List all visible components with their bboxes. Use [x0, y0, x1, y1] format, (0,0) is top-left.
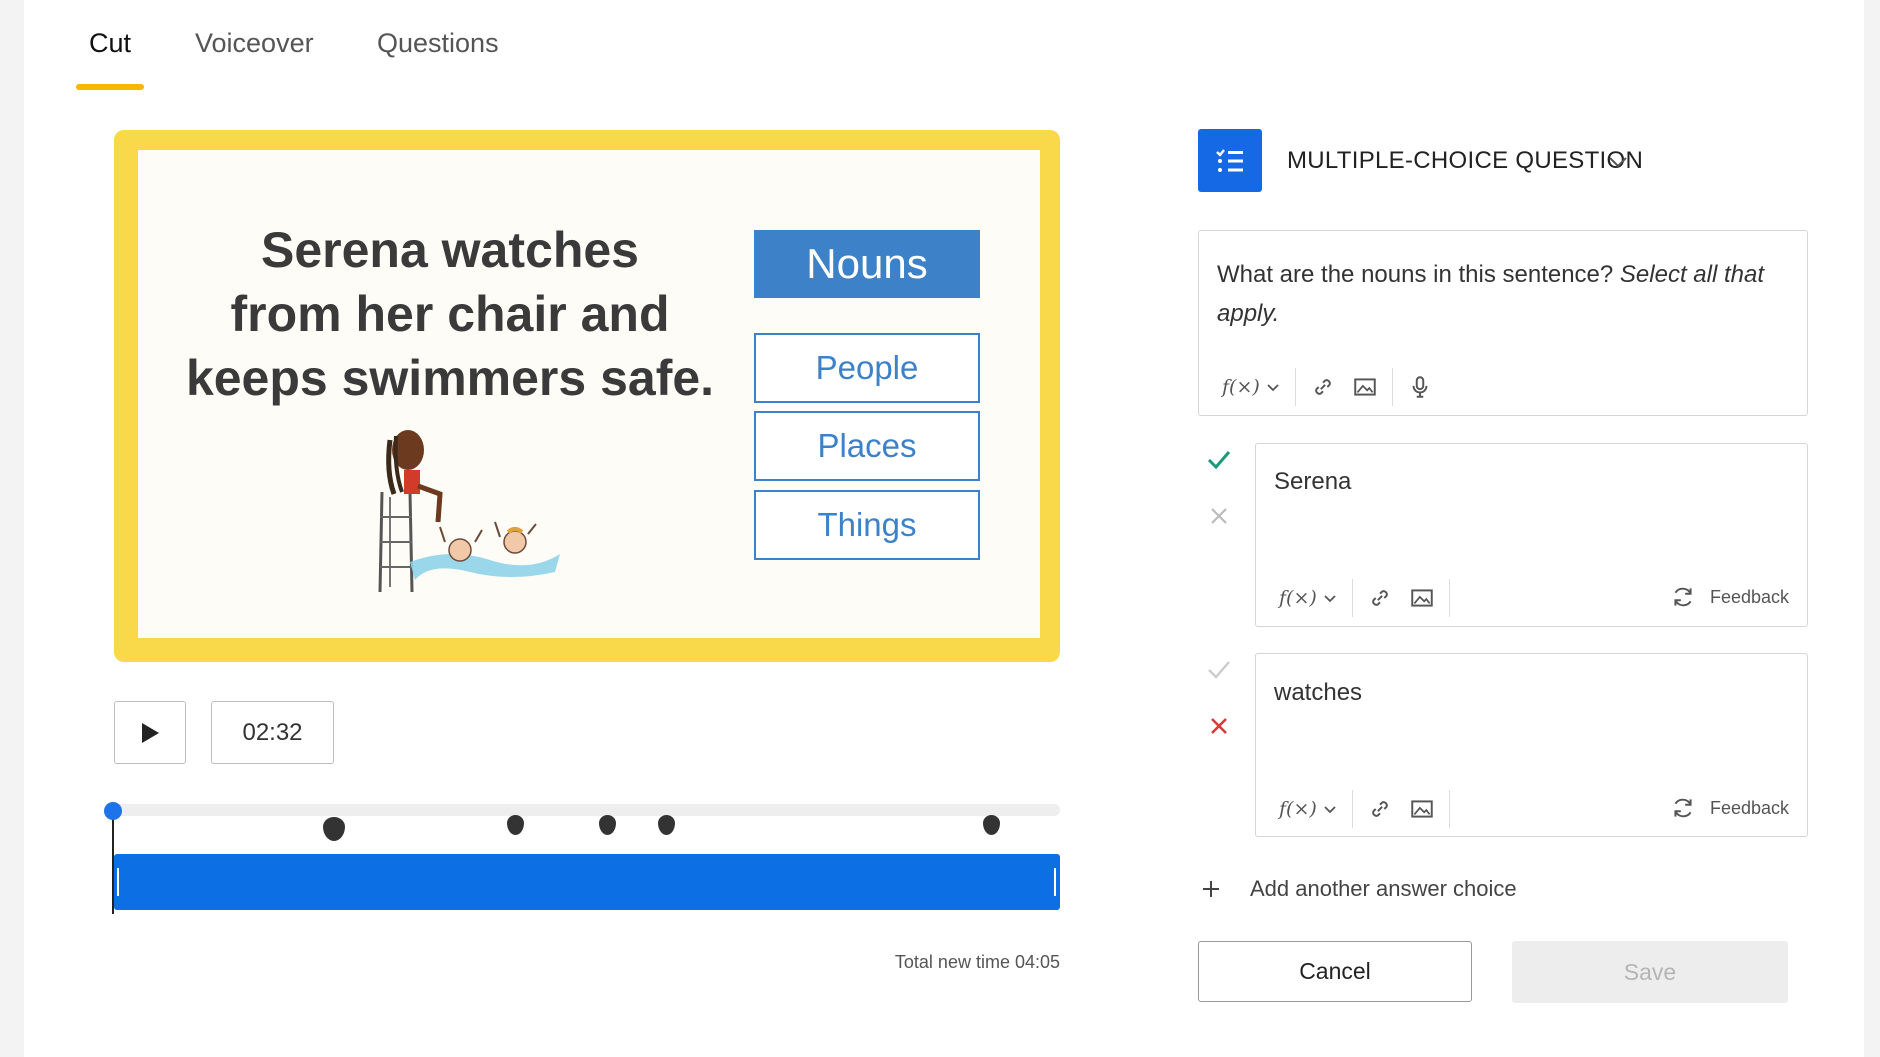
tab-voiceover[interactable]: Voiceover	[195, 28, 314, 59]
formula-label: f(×)	[1222, 376, 1260, 398]
image-icon[interactable]	[1409, 796, 1435, 822]
tab-questions[interactable]: Questions	[377, 28, 499, 59]
checklist-icon	[1216, 148, 1243, 172]
playhead-handle[interactable]	[104, 802, 122, 820]
slide-sentence-line: Serena watches	[261, 222, 639, 278]
answer-toolbar: f(×)	[1279, 578, 1464, 618]
answer-choice-text[interactable]: Serena	[1274, 468, 1351, 496]
chevron-down-icon[interactable]	[1606, 150, 1630, 174]
feedback-label: Feedback	[1710, 586, 1790, 607]
mark-correct-check-icon[interactable]	[1206, 656, 1232, 682]
formula-button[interactable]: f(×)	[1279, 798, 1338, 820]
add-answer-choice-button[interactable]: Add another answer choice	[1200, 876, 1517, 902]
chevron-down-icon	[1324, 806, 1336, 814]
question-prompt-text[interactable]: What are the nouns in this sentence? Sel…	[1217, 255, 1797, 333]
cancel-button[interactable]: Cancel	[1198, 941, 1472, 1002]
refresh-icon	[1674, 798, 1692, 818]
total-new-time: Total new time 04:05	[894, 952, 1060, 972]
save-button[interactable]: Save	[1512, 941, 1788, 1003]
formula-label: f(×)	[1279, 587, 1317, 609]
answer-choice-text[interactable]: watches	[1274, 679, 1362, 707]
feedback-button[interactable]: Feedback	[1670, 795, 1789, 821]
tab-cut[interactable]: Cut	[89, 28, 131, 59]
nouns-header: Nouns	[754, 230, 980, 298]
chevron-down-icon	[1324, 595, 1336, 603]
image-icon[interactable]	[1352, 374, 1378, 400]
chevron-down-icon	[1267, 384, 1279, 392]
formula-label: f(×)	[1279, 798, 1317, 820]
slide-sentence-line: from her chair and	[230, 286, 670, 342]
slide-option-things: Things	[754, 490, 980, 560]
mark-correct-check-icon[interactable]	[1206, 446, 1232, 472]
timeline-track[interactable]	[114, 804, 1060, 816]
slide-sentence: Serena watches from her chair and keeps …	[180, 218, 720, 410]
current-time-display: 02:32	[211, 701, 334, 764]
prompt-toolbar: f(×)	[1222, 367, 1433, 407]
cut-range-bar[interactable]	[114, 854, 1060, 910]
feedback-button[interactable]: Feedback	[1670, 584, 1789, 610]
mark-incorrect-x-icon[interactable]	[1206, 713, 1232, 739]
question-type-icon[interactable]	[1198, 129, 1262, 192]
cut-end-handle[interactable]	[1054, 868, 1056, 896]
active-tab-indicator	[76, 84, 144, 90]
formula-button[interactable]: f(×)	[1222, 376, 1281, 398]
link-icon[interactable]	[1310, 374, 1336, 400]
question-type-label[interactable]: MULTIPLE-CHOICE QUESTION	[1287, 147, 1643, 175]
slide-option-places: Places	[754, 411, 980, 481]
add-answer-choice-label: Add another answer choice	[1250, 876, 1517, 901]
link-icon[interactable]	[1367, 585, 1393, 611]
refresh-icon	[1674, 587, 1692, 607]
answer-toolbar: f(×)	[1279, 789, 1464, 829]
plus-icon	[1203, 881, 1219, 897]
formula-button[interactable]: f(×)	[1279, 587, 1338, 609]
mark-incorrect-x-icon[interactable]	[1206, 503, 1232, 529]
link-icon[interactable]	[1367, 796, 1393, 822]
cut-start-handle[interactable]	[117, 868, 119, 896]
feedback-label: Feedback	[1710, 797, 1790, 818]
question-prompt: What are the nouns in this sentence?	[1217, 261, 1614, 288]
play-button[interactable]	[114, 701, 186, 764]
microphone-icon[interactable]	[1407, 374, 1433, 400]
lifeguard-illustration	[378, 430, 560, 593]
slide-sentence-line: keeps swimmers safe.	[185, 350, 715, 406]
play-icon	[142, 722, 159, 743]
slide-option-people: People	[754, 333, 980, 403]
image-icon[interactable]	[1409, 585, 1435, 611]
